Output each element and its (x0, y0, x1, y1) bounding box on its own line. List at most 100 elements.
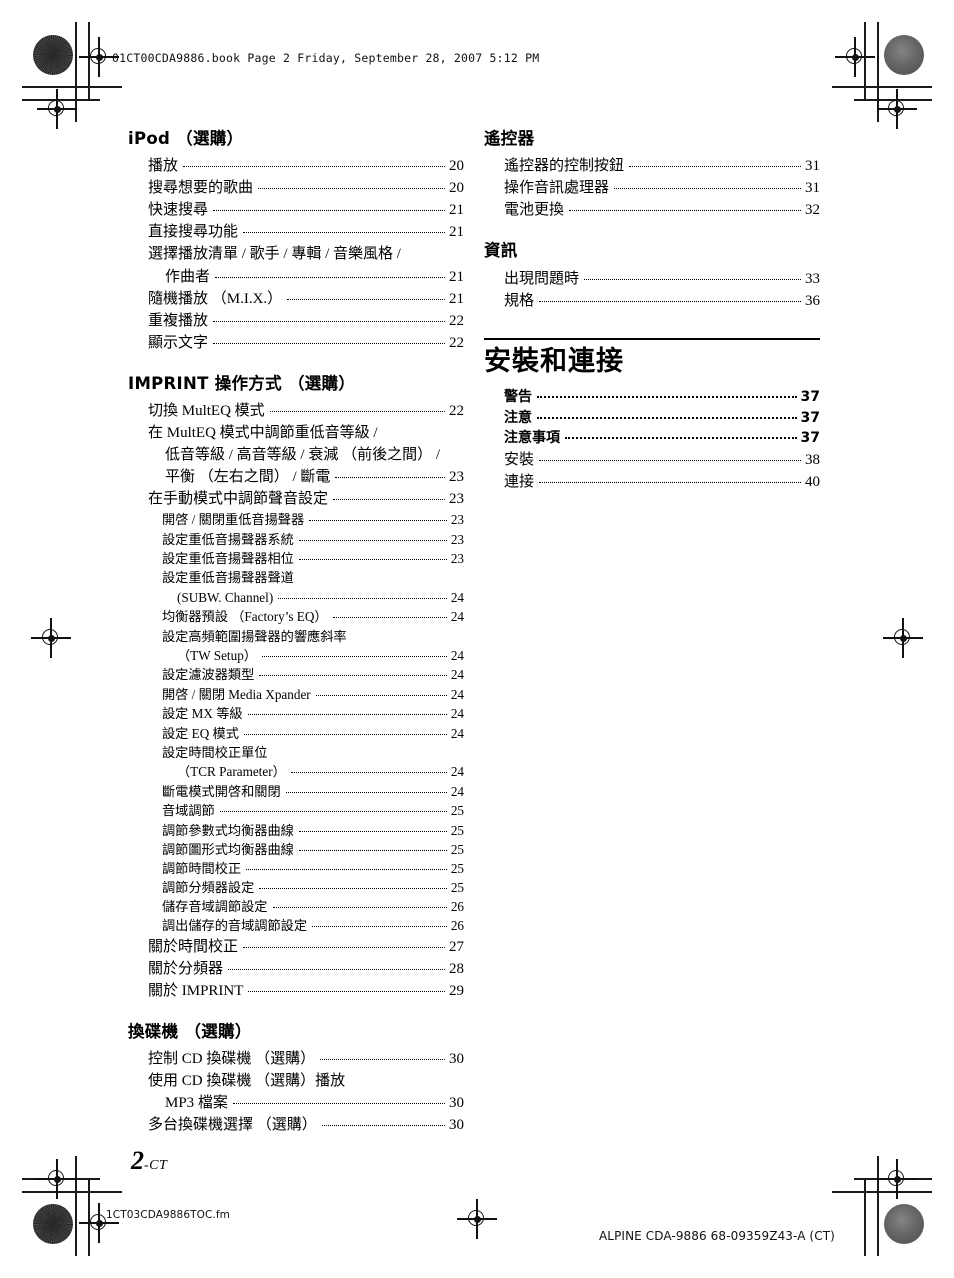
toc-entry[interactable]: 均衡器預設 （Factory’s EQ） 24 (162, 607, 464, 626)
toc-entry[interactable]: 調出儲存的音域調節設定 26 (162, 916, 464, 935)
toc-entry[interactable]: 安裝 38 (504, 449, 820, 471)
toc-entry-line[interactable]: 選擇播放清單 / 歌手 / 專輯 / 音樂風格 / (148, 243, 464, 265)
toc-entry-page: 24 (450, 589, 464, 605)
toc-entry-label: 顯示文字 (148, 334, 209, 351)
toc-entry[interactable]: （TW Setup） 24 (162, 646, 464, 665)
toc-entry[interactable]: 注意 37 (504, 408, 820, 429)
dot-leader (298, 559, 447, 560)
toc-entry[interactable]: 斷電模式開啓和關閉 24 (162, 782, 464, 801)
toc-entry-label: 平衡 （左右之間） / 斷電 (165, 469, 331, 486)
toc-entry[interactable]: 切換 MultEQ 模式 22 (148, 400, 464, 422)
toc-entry[interactable]: 開啓 / 關閉 Media Xpander 24 (162, 685, 464, 704)
dot-leader (261, 656, 447, 658)
registration-mark-bottom-center (457, 1199, 497, 1239)
toc-entry[interactable]: 連接 40 (504, 471, 820, 493)
folio-suffix: -CT (144, 1158, 168, 1173)
toc-entry[interactable]: 電池更換 32 (504, 199, 820, 221)
toc-entry[interactable]: 調節分頻器設定 25 (162, 878, 464, 897)
toc-entry[interactable]: 遙控器的控制按鈕 31 (504, 155, 820, 177)
dot-leader (539, 300, 801, 302)
toc-entry[interactable]: 快速搜尋 21 (148, 199, 464, 221)
toc-entry[interactable]: 音域調節 25 (162, 801, 464, 820)
toc-entry[interactable]: 關於 IMPRINT 29 (148, 980, 464, 1002)
toc-entry[interactable]: 儲存音域調節設定 26 (162, 897, 464, 916)
page-folio: 2-CT (131, 1146, 167, 1176)
toc-entry-label: 調節時間校正 (162, 860, 242, 876)
toc-entry-line[interactable]: 設定重低音揚聲器聲道 (162, 568, 464, 587)
toc-entry-label: 設定 MX 等級 (162, 706, 243, 722)
toc-entry[interactable]: 調節參數式均衡器曲線 25 (162, 821, 464, 840)
toc-entry-label: 開啓 / 關閉重低音揚聲器 (162, 512, 305, 528)
dot-leader (584, 278, 801, 280)
dot-leader (213, 210, 445, 212)
toc-entry[interactable]: 設定 EQ 模式 24 (162, 724, 464, 743)
toc-entry[interactable]: 多台換碟機選擇 （選購） 30 (148, 1114, 464, 1136)
toc-entry[interactable]: 顯示文字 22 (148, 332, 464, 354)
dot-leader (183, 166, 445, 168)
toc-entry-label: 連接 (504, 473, 535, 490)
toc-entry-page: 37 (800, 409, 820, 426)
toc-entry-page: 28 (449, 960, 464, 977)
toc-entry-page: 22 (449, 334, 464, 351)
toc-entry-label: 切換 MultEQ 模式 (148, 402, 265, 419)
toc-entry[interactable]: 關於時間校正 27 (148, 936, 464, 958)
toc-entry-page: 21 (449, 268, 464, 285)
toc-entry-page: 25 (450, 841, 464, 857)
toc-entry-page: 20 (449, 158, 464, 175)
toc-entry[interactable]: 設定重低音揚聲器相位 23 (162, 549, 464, 568)
crop-mark-top-right-horizontal (832, 86, 932, 88)
toc-entry[interactable]: 控制 CD 換碟機 （選購） 30 (148, 1048, 464, 1070)
toc-entry-line[interactable]: 設定高頻範圍揚聲器的響應斜率 (162, 627, 464, 646)
toc-entry-line[interactable]: 在 MultEQ 模式中調節重低音等級 / (148, 422, 464, 444)
dot-leader (298, 830, 447, 832)
toc-entry[interactable]: 規格 36 (504, 290, 820, 312)
install-connect-section: 安裝和連接 警告 37 注意 37 注意事項 37 安裝 38 連接 40 (484, 337, 820, 493)
toc-entry-label: 警告 (504, 389, 532, 406)
registration-mark-top-left (79, 37, 119, 77)
toc-entry[interactable]: 警告 37 (504, 387, 820, 408)
toc-entry[interactable]: 操作音訊處理器 31 (504, 177, 820, 199)
toc-entry[interactable]: MP3 檔案 30 (148, 1092, 464, 1114)
dot-leader (243, 733, 447, 735)
toc-entry[interactable]: （TCR Parameter） 24 (162, 762, 464, 781)
toc-entry-line[interactable]: 設定時間校正單位 (162, 743, 464, 762)
dot-leader (285, 791, 447, 793)
toc-entry[interactable]: 關於分頻器 28 (148, 958, 464, 980)
footer-source-filename: 1CT03CDA9886TOC.fm (106, 1209, 230, 1221)
toc-entry[interactable]: 重複播放 22 (148, 310, 464, 332)
toc-entry[interactable]: 出現問題時 33 (504, 268, 820, 290)
toc-entry[interactable]: 設定濾波器類型 24 (162, 665, 464, 684)
toc-entry-label: 隨機播放 （M.I.X.） (148, 290, 283, 307)
toc-entry[interactable]: (SUBW. Channel) 24 (162, 588, 464, 607)
crop-mark-top-left-vertical (75, 22, 77, 122)
dot-leader (243, 946, 445, 948)
toc-entry-page: 30 (449, 1050, 464, 1067)
dot-leader (278, 597, 447, 599)
toc-entry[interactable]: 設定 MX 等級 24 (162, 704, 464, 723)
dot-leader (312, 926, 447, 928)
toc-entry-line[interactable]: 使用 CD 換碟機 （選購）播放 (148, 1070, 464, 1092)
toc-entry-label: 設定濾波器類型 (162, 667, 255, 683)
toc-entry[interactable]: 直接搜尋功能 21 (148, 221, 464, 243)
toc-entry-page: 33 (805, 270, 820, 287)
toc-entry-label: 調節分頻器設定 (162, 880, 255, 896)
toc-entry[interactable]: 調節圖形式均衡器曲線 25 (162, 840, 464, 859)
toc-entry[interactable]: 搜尋想要的歌曲 20 (148, 177, 464, 199)
toc-entry[interactable]: 在手動模式中調節聲音設定 23 (148, 488, 464, 510)
toc-entry[interactable]: 隨機播放 （M.I.X.） 21 (148, 288, 464, 310)
toc-entry[interactable]: 調節時間校正 25 (162, 859, 464, 878)
toc-entry[interactable]: 播放 20 (148, 155, 464, 177)
toc-entry[interactable]: 開啓 / 關閉重低音揚聲器 23 (162, 510, 464, 529)
toc-entry-page: 21 (449, 202, 464, 219)
dot-leader (565, 437, 797, 440)
toc-entry[interactable]: 作曲者 21 (148, 266, 464, 288)
toc-entry[interactable]: 平衡 （左右之間） / 斷電 23 (148, 466, 464, 488)
section-divider-rule (484, 337, 820, 340)
dot-leader (228, 968, 445, 970)
toc-entry[interactable]: 設定重低音揚聲器系統 23 (162, 530, 464, 549)
toc-entry[interactable]: 注意事項 37 (504, 428, 820, 449)
halftone-patch-bottom-right (884, 1204, 924, 1244)
registration-mark-top-right (835, 37, 875, 77)
toc-entry-line[interactable]: 低音等級 / 高音等級 / 衰減 （前後之間） / (148, 444, 464, 466)
crop-mark-top-right-vertical (877, 22, 879, 122)
